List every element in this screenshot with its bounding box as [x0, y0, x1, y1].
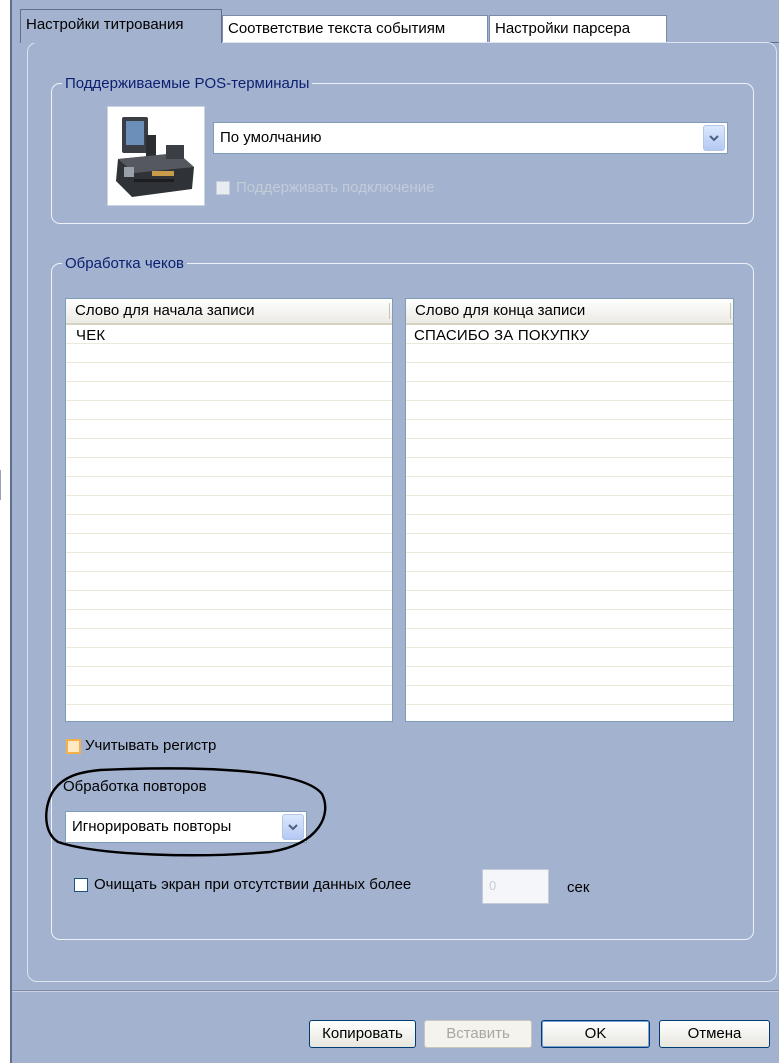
end-word-list[interactable]: Слово для конца записи СПАСИБО ЗА ПОКУПК… — [405, 298, 734, 722]
list-item[interactable]: СПАСИБО ЗА ПОКУПКУ — [414, 327, 589, 344]
case-sensitive-label: Учитывать регистр — [85, 737, 217, 754]
start-word-header-label: Слово для начала записи — [75, 302, 255, 319]
window-left-edge — [0, 470, 1, 500]
copy-button[interactable]: Копировать — [309, 1020, 416, 1048]
support-connection-label: Поддерживать подключение — [236, 179, 435, 196]
clear-screen-seconds-value: 0 — [489, 878, 497, 893]
tab-titling-settings[interactable]: Настройки титрования — [20, 9, 222, 43]
pos-terminal-select[interactable]: По умолчанию — [213, 122, 728, 154]
seconds-unit-label: сек — [567, 879, 590, 896]
pos-terminals-legend: Поддерживаемые POS-терминалы — [62, 75, 313, 93]
tab-parser-settings[interactable]: Настройки парсера — [489, 15, 667, 42]
end-word-column-header[interactable]: Слово для конца записи — [406, 299, 733, 325]
clear-screen-checkbox[interactable] — [74, 878, 88, 892]
cancel-button[interactable]: Отмена — [659, 1020, 770, 1048]
pos-terminal-select-value: По умолчанию — [220, 129, 322, 146]
clear-screen-label: Очищать экран при отсутствии данных боле… — [94, 876, 412, 893]
clear-screen-seconds-input[interactable]: 0 — [482, 869, 549, 904]
chevron-down-icon[interactable] — [703, 125, 725, 151]
end-word-header-label: Слово для конца записи — [415, 302, 586, 319]
pos-terminal-icon — [107, 106, 205, 206]
paste-button[interactable]: Вставить — [424, 1020, 532, 1048]
receipt-processing-legend: Обработка чеков — [62, 255, 188, 273]
case-sensitive-checkbox[interactable] — [66, 739, 81, 754]
start-word-list[interactable]: Слово для начала записи ЧЕК — [65, 298, 393, 722]
end-word-rows — [406, 325, 733, 721]
start-word-rows — [66, 325, 392, 721]
list-item[interactable]: ЧЕК — [76, 327, 105, 344]
tab-text-event-mapping[interactable]: Соответствие текста событиям — [222, 15, 488, 42]
button-bar-highlight — [12, 991, 779, 992]
ok-button[interactable]: OK — [541, 1020, 650, 1048]
highlight-ellipse — [45, 767, 327, 857]
support-connection-checkbox[interactable] — [216, 181, 230, 195]
start-word-column-header[interactable]: Слово для начала записи — [66, 299, 392, 325]
